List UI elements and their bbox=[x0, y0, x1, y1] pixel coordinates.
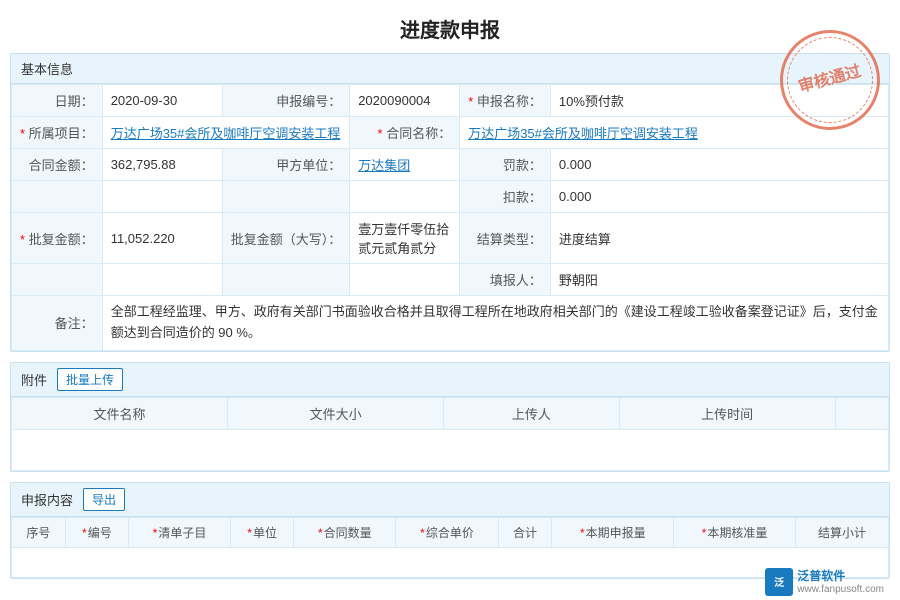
attachment-label: 附件 bbox=[21, 370, 47, 389]
col-filesize: 文件大小 bbox=[228, 397, 444, 429]
content-section: 申报内容 导出 序号 *编号 *清单子目 *单位 *合同数量 *综合单价 合计 … bbox=[10, 482, 890, 579]
col-uploader: 上传人 bbox=[444, 397, 619, 429]
col-subtotal: 结算小计 bbox=[795, 517, 888, 547]
content-label: 申报内容 bbox=[21, 490, 73, 509]
col-item: *清单子目 bbox=[128, 517, 230, 547]
col-filename: 文件名称 bbox=[12, 397, 228, 429]
logo-icon-text: 泛 bbox=[774, 574, 784, 589]
attachment-section: 附件 批量上传 文件名称 文件大小 上传人 上传时间 bbox=[10, 362, 890, 472]
basic-info-section: 基本信息 日期： 2020-09-30 申报编号： 2020090004 * 申… bbox=[10, 53, 890, 352]
col-unit-price: *综合单价 bbox=[396, 517, 498, 547]
col-seq: 序号 bbox=[12, 517, 66, 547]
logo-name: 泛普软件 bbox=[797, 567, 884, 584]
logo-icon: 泛 bbox=[765, 568, 793, 596]
content-table: 序号 *编号 *清单子目 *单位 *合同数量 *综合单价 合计 *本期申报量 *… bbox=[11, 517, 889, 578]
file-table-body bbox=[12, 429, 889, 470]
file-empty-cell bbox=[12, 429, 889, 470]
attachment-header: 附件 批量上传 bbox=[11, 363, 889, 397]
logo-bar: 泛 泛普软件 www.fanpusoft.com bbox=[765, 567, 884, 596]
table-header-row: 文件名称 文件大小 上传人 上传时间 bbox=[12, 397, 889, 429]
col-period-apply: *本期申报量 bbox=[552, 517, 674, 547]
content-header-row: 序号 *编号 *清单子目 *单位 *合同数量 *综合单价 合计 *本期申报量 *… bbox=[12, 517, 889, 547]
logo-info: 泛普软件 www.fanpusoft.com bbox=[797, 567, 884, 596]
export-button[interactable]: 导出 bbox=[83, 488, 125, 511]
col-total: 合计 bbox=[498, 517, 552, 547]
col-unit: *单位 bbox=[231, 517, 294, 547]
content-table-body bbox=[12, 547, 889, 577]
page-title: 进度款申报 bbox=[0, 0, 900, 53]
content-empty-row bbox=[12, 547, 889, 577]
basic-info-header: 基本信息 bbox=[11, 54, 889, 84]
file-table-head: 文件名称 文件大小 上传人 上传时间 bbox=[12, 397, 889, 429]
upload-button[interactable]: 批量上传 bbox=[57, 368, 123, 391]
basic-info-table: 日期： 2020-09-30 申报编号： 2020090004 * 申报名称： … bbox=[11, 84, 889, 351]
col-code: *编号 bbox=[65, 517, 128, 547]
col-period-approve: *本期核准量 bbox=[674, 517, 796, 547]
logo-website: www.fanpusoft.com bbox=[797, 584, 884, 596]
content-header: 申报内容 导出 bbox=[11, 483, 889, 517]
file-empty-row bbox=[12, 429, 889, 470]
file-table: 文件名称 文件大小 上传人 上传时间 bbox=[11, 397, 889, 471]
content-table-head: 序号 *编号 *清单子目 *单位 *合同数量 *综合单价 合计 *本期申报量 *… bbox=[12, 517, 889, 547]
col-action bbox=[835, 397, 888, 429]
col-contract-qty: *合同数量 bbox=[294, 517, 396, 547]
col-uploadtime: 上传时间 bbox=[619, 397, 835, 429]
